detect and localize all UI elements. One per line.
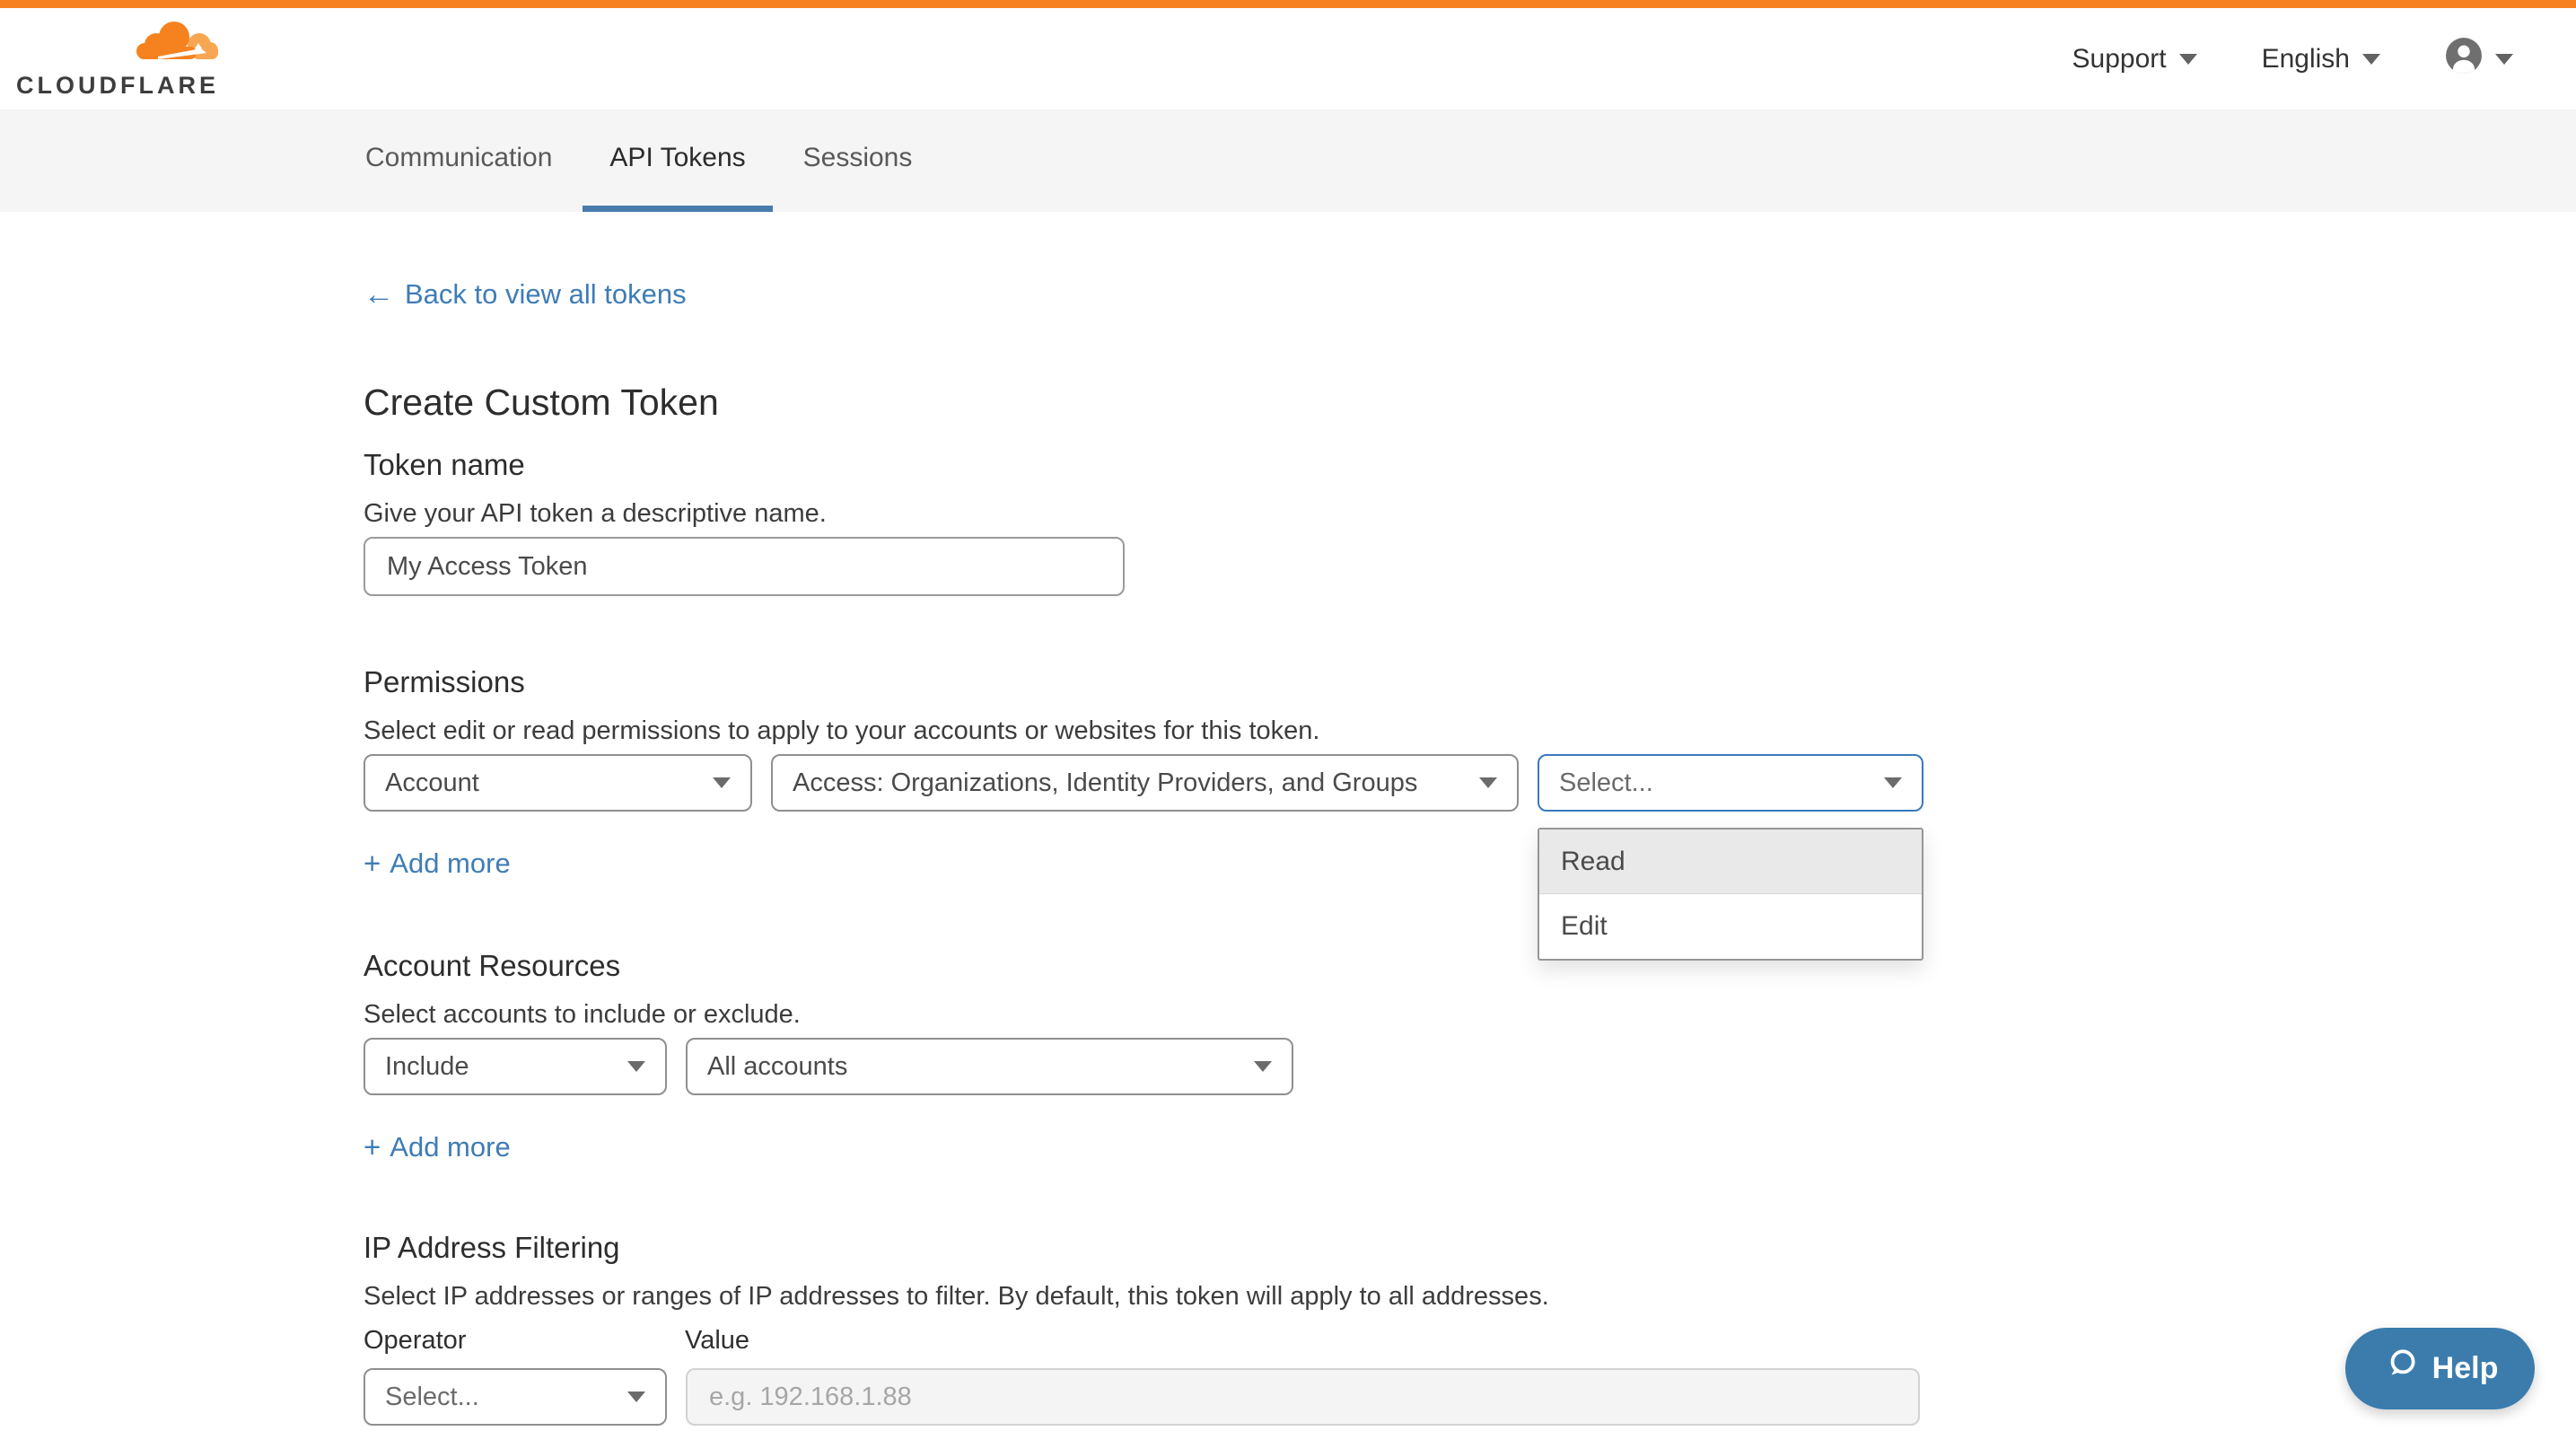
main-content: ← Back to view all tokens Create Custom … [0,212,2576,1426]
token-name-input[interactable] [364,537,1125,596]
ip-filtering-section: IP Address Filtering Select IP addresses… [364,1230,2576,1426]
operator-label: Operator [364,1325,685,1356]
account-resources-heading: Account Resources [364,948,2576,984]
account-resources-row: Include All accounts [364,1038,2576,1095]
token-name-helper: Give your API token a descriptive name. [364,497,2576,530]
chevron-down-icon [627,1061,645,1072]
app-header: CLOUDFLARE Support English [0,8,2576,110]
permission-level-menu: Read Edit [1538,828,1923,961]
profile-tabs: Communication API Tokens Sessions [0,110,2576,212]
value-label: Value [685,1325,749,1356]
account-mode-select[interactable]: Include [364,1038,667,1095]
chevron-down-icon [1884,777,1902,788]
chevron-down-icon [2495,54,2513,65]
account-menu[interactable] [2445,37,2513,82]
token-name-heading: Token name [364,447,2576,483]
support-menu-label: Support [2072,44,2167,75]
header-right: Support English [2072,37,2513,82]
permissions-add-more-label: Add more [390,846,510,882]
permissions-helper: Select edit or read permissions to apply… [364,715,2576,747]
account-resources-add-more-label: Add more [390,1129,510,1165]
chevron-down-icon [627,1391,645,1402]
language-menu[interactable]: English [2262,44,2380,75]
cloudflare-wordmark: CLOUDFLARE [16,74,219,98]
token-name-section: Token name Give your API token a descrip… [364,447,2576,596]
ip-operator-select[interactable]: Select... [364,1368,667,1426]
back-link-label: Back to view all tokens [405,277,687,312]
chevron-down-icon [2362,54,2380,65]
account-scope-value: All accounts [707,1052,847,1082]
page-title: Create Custom Token [364,381,2576,424]
menu-option-read[interactable]: Read [1539,830,1922,894]
language-menu-label: English [2262,44,2350,75]
account-resources-add-more-link[interactable]: + Add more [364,1129,511,1165]
plus-icon: + [364,846,381,882]
account-resources-helper: Select accounts to include or exclude. [364,998,2576,1031]
permissions-section: Permissions Select edit or read permissi… [364,664,2576,882]
account-scope-select[interactable]: All accounts [686,1038,1293,1095]
tab-sessions[interactable]: Sessions [776,110,940,212]
back-to-tokens-link[interactable]: ← Back to view all tokens [364,277,687,312]
chevron-down-icon [1254,1061,1272,1072]
help-button-label: Help [2432,1351,2499,1386]
permissions-row: Account Access: Organizations, Identity … [364,754,2576,812]
chevron-down-icon [713,777,731,788]
permission-level-wrap: Select... Read Edit [1538,754,1923,812]
tab-api-tokens[interactable]: API Tokens [583,110,772,212]
permission-resource-select[interactable]: Access: Organizations, Identity Provider… [771,754,1519,812]
permissions-add-more-link[interactable]: + Add more [364,846,511,882]
chevron-down-icon [1479,777,1497,788]
ip-filter-row: Select... [364,1368,2576,1426]
account-resources-section: Account Resources Select accounts to inc… [364,948,2576,1165]
orange-accent-bar [0,0,2576,8]
back-arrow-icon: ← [364,279,394,310]
cloudflare-logo[interactable]: CLOUDFLARE [16,21,219,98]
plus-icon: + [364,1129,381,1165]
tab-communication[interactable]: Communication [338,110,579,212]
permission-level-placeholder: Select... [1559,768,1653,798]
menu-option-edit[interactable]: Edit [1539,894,1922,959]
permission-resource-value: Access: Organizations, Identity Provider… [793,768,1417,798]
permission-level-select[interactable]: Select... [1538,754,1923,812]
permission-scope-value: Account [385,768,479,798]
chevron-down-icon [2179,54,2197,65]
avatar [2445,37,2483,82]
permissions-heading: Permissions [364,664,2576,700]
ip-filtering-heading: IP Address Filtering [364,1230,2576,1266]
ip-labels-row: Operator Value [364,1325,2576,1356]
cloudflare-cloud-icon [133,21,219,70]
help-button[interactable]: Help [2345,1328,2535,1409]
permission-scope-select[interactable]: Account [364,754,752,812]
chat-bubble-icon [2382,1346,2420,1391]
ip-operator-placeholder: Select... [385,1383,479,1412]
ip-value-input[interactable] [686,1368,1920,1426]
account-mode-value: Include [385,1052,469,1082]
ip-filtering-helper: Select IP addresses or ranges of IP addr… [364,1280,2576,1312]
support-menu[interactable]: Support [2072,44,2197,75]
